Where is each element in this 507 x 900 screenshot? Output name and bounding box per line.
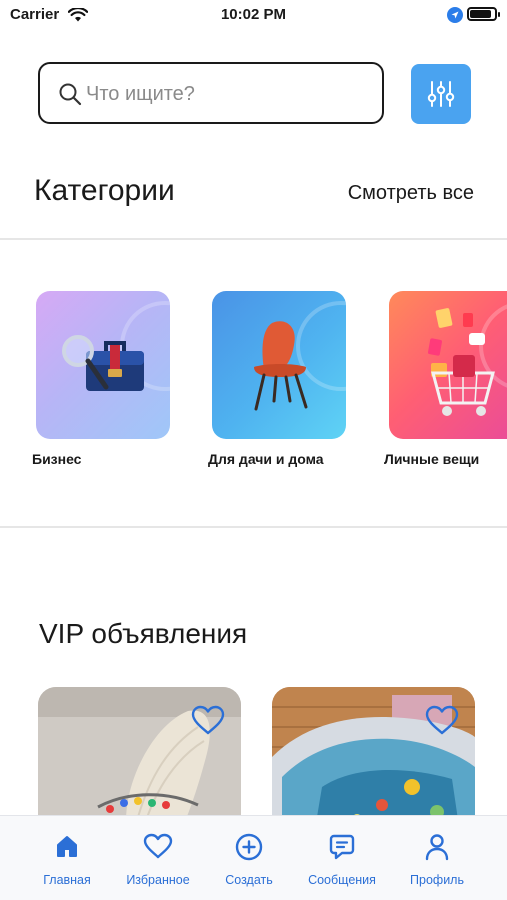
category-card-personal[interactable] bbox=[389, 291, 507, 439]
battery-fill bbox=[470, 10, 492, 18]
search-input[interactable] bbox=[86, 74, 366, 114]
divider bbox=[0, 526, 507, 528]
tab-label: Избранное bbox=[126, 873, 190, 887]
search-icon bbox=[59, 83, 82, 106]
tab-label: Профиль bbox=[410, 873, 464, 887]
category-label-personal: Личные вещи bbox=[384, 451, 480, 467]
shopping-cart-illustration bbox=[428, 308, 495, 416]
favorite-heart-icon[interactable] bbox=[425, 705, 459, 735]
divider bbox=[0, 238, 507, 240]
vip-title: VIP объявления bbox=[39, 618, 248, 649]
see-all-link[interactable]: Смотреть все bbox=[348, 182, 474, 205]
profile-icon bbox=[425, 834, 449, 861]
tab-bar: Главная Избранное Создать Сообщения Проф… bbox=[0, 815, 507, 900]
categories-title: Категории bbox=[34, 174, 175, 207]
category-label-home: Для дачи и дома bbox=[208, 451, 324, 467]
plus-circle-icon bbox=[235, 833, 263, 861]
category-label-business: Бизнес bbox=[32, 451, 82, 467]
clock: 10:02 PM bbox=[220, 6, 287, 23]
tab-label: Главная bbox=[43, 873, 91, 887]
message-icon bbox=[329, 834, 355, 860]
category-card-home[interactable] bbox=[212, 291, 346, 439]
chair-illustration bbox=[254, 321, 308, 411]
location-icon bbox=[447, 7, 463, 23]
tab-messages[interactable]: Сообщения bbox=[292, 816, 392, 900]
battery-icon bbox=[467, 7, 500, 21]
favorite-heart-icon[interactable] bbox=[191, 705, 225, 735]
tab-favorites[interactable]: Избранное bbox=[108, 816, 208, 900]
tab-label: Создать bbox=[225, 873, 273, 887]
heart-icon bbox=[143, 833, 173, 859]
briefcase-illustration bbox=[62, 335, 144, 391]
filter-button[interactable] bbox=[411, 64, 471, 124]
status-bar: Carrier 10:02 PM bbox=[0, 0, 507, 30]
sliders-icon bbox=[427, 81, 455, 107]
tab-home[interactable]: Главная bbox=[17, 816, 117, 900]
category-card-business[interactable] bbox=[36, 291, 170, 439]
home-icon bbox=[57, 836, 77, 857]
tab-create[interactable]: Создать bbox=[199, 816, 299, 900]
search-box[interactable] bbox=[38, 62, 384, 124]
tab-profile[interactable]: Профиль bbox=[387, 816, 487, 900]
tab-label: Сообщения bbox=[308, 873, 376, 887]
